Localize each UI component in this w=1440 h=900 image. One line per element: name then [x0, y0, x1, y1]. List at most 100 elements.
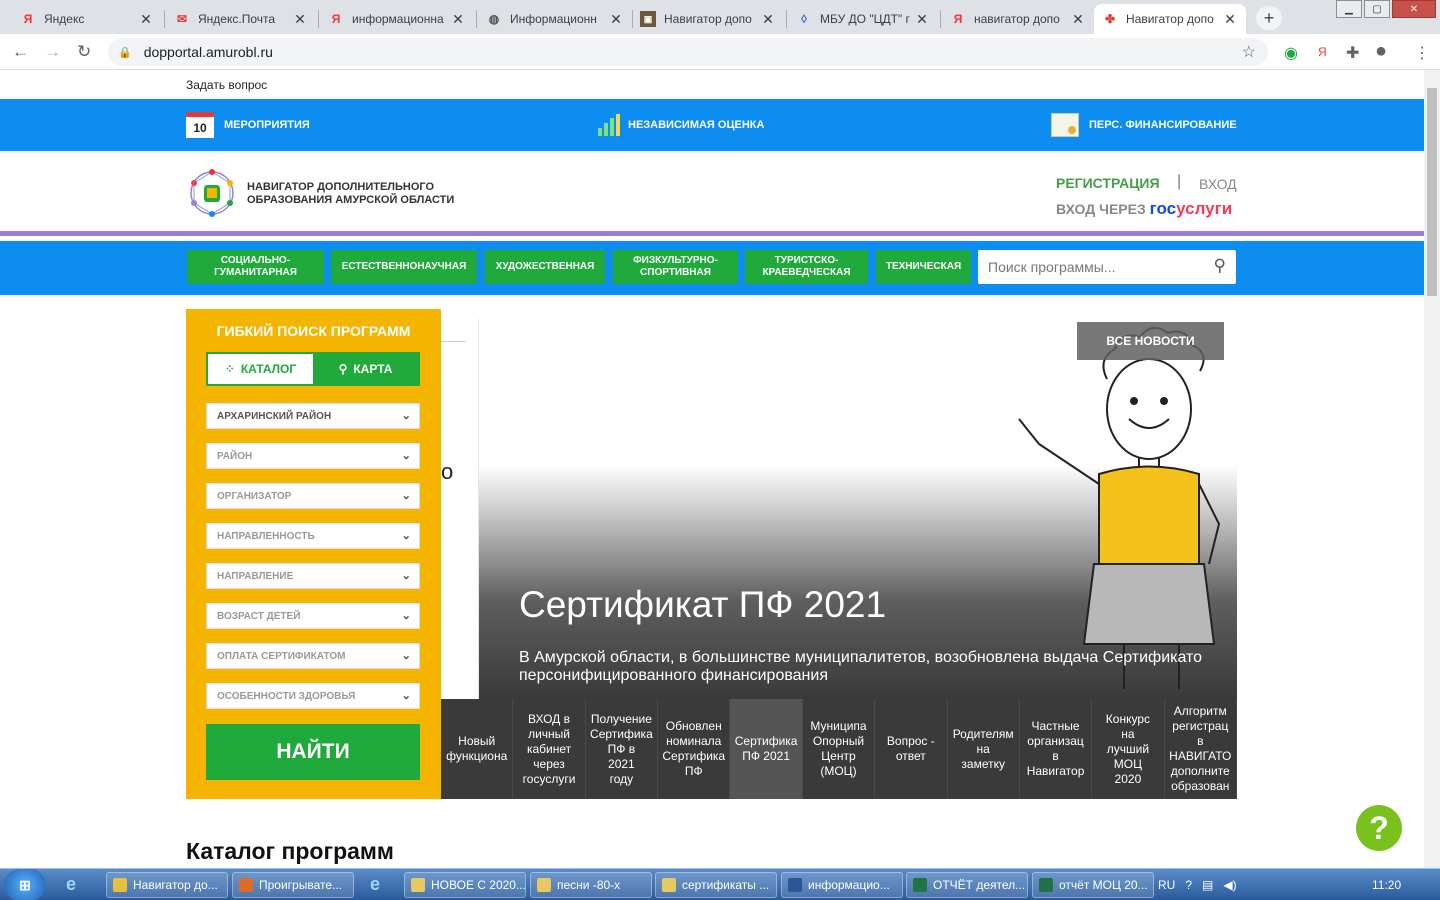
profile-icon[interactable]: ● — [1375, 40, 1387, 63]
category-tourism[interactable]: ТУРИСТСКО- КРАЕВЕДЧЕСКАЯ — [745, 250, 868, 284]
folder-icon — [662, 878, 676, 892]
category-science[interactable]: ЕСТЕСТВЕННОНАУЧНАЯ — [331, 250, 477, 284]
slide-thumb[interactable]: Частные организац в Навигатор — [1019, 699, 1093, 799]
network-icon[interactable]: ▤ — [1202, 878, 1213, 892]
slide-thumb[interactable]: Родителям на заметку — [947, 699, 1020, 799]
maximize-icon[interactable]: ▢ — [1364, 0, 1390, 18]
slide-thumb[interactable]: Муниципа Опорный Центр (МОЦ) — [802, 699, 876, 799]
browser-tab-active[interactable]: ✤ Навигатор допо ✕ — [1094, 4, 1246, 34]
taskbar-item[interactable]: Проигрывате... — [232, 872, 354, 898]
close-tab-icon[interactable]: ✕ — [1070, 11, 1086, 28]
internet-explorer-icon[interactable]: e — [370, 874, 380, 895]
slide-thumb[interactable]: ВХОД в личный кабинет через госуслуги — [513, 699, 586, 799]
taskbar-item[interactable]: НОВОЕ С 2020... — [404, 872, 526, 898]
slide-thumb[interactable]: Получение Сертифика ПФ в 2021 году — [585, 699, 659, 799]
close-tab-icon[interactable]: ✕ — [292, 11, 308, 28]
ask-question-link[interactable]: Задать вопрос — [186, 78, 267, 92]
internet-explorer-icon[interactable]: e — [66, 874, 76, 895]
category-social[interactable]: СОЦИАЛЬНО- ГУМАНИТАРНАЯ — [187, 250, 324, 284]
close-window-icon[interactable]: ✕ — [1392, 0, 1436, 18]
minimize-icon[interactable]: ▁ — [1336, 0, 1362, 18]
close-tab-icon[interactable]: ✕ — [760, 11, 776, 28]
search-icon[interactable]: ⚲ — [1214, 256, 1226, 276]
register-link[interactable]: РЕГИСТРАЦИЯ — [1056, 175, 1160, 191]
help-tray-icon[interactable]: ? — [1185, 878, 1192, 892]
extension-icon[interactable]: ◉ — [1284, 43, 1298, 63]
close-tab-icon[interactable]: ✕ — [138, 11, 154, 28]
taskbar-item[interactable]: информацио... — [781, 872, 903, 898]
bookmark-star-icon[interactable]: ☆ — [1242, 42, 1256, 62]
gosuslugi-login-link[interactable]: ВХОД ЧЕРЕЗ госуслуги — [1056, 199, 1232, 219]
slide-title[interactable]: Сертификат ПФ 2021 — [519, 584, 886, 626]
close-tab-icon[interactable]: ✕ — [914, 11, 930, 28]
yandex-icon[interactable]: Я — [1318, 45, 1327, 59]
browser-tab[interactable]: ▣ Навигатор допо ✕ — [632, 4, 784, 34]
slide-thumb[interactable]: Вопрос - ответ — [875, 699, 948, 799]
select-focus[interactable]: НАПРАВЛЕННОСТЬ ⌄ — [206, 523, 420, 549]
tab-title: МБУ ДО "ЦДТ" г — [820, 12, 910, 26]
taskbar-item[interactable]: песни -80-х — [530, 872, 652, 898]
assessment-link[interactable]: НЕЗАВИСИМАЯ ОЦЕНКА — [598, 99, 764, 151]
slide-text: В Амурской области, в большинстве муници… — [519, 649, 1237, 685]
volume-icon[interactable]: ◀) — [1223, 878, 1236, 892]
taskbar-item[interactable]: Навигатор до... — [106, 872, 228, 898]
address-bar[interactable]: 🔒 dopportal.amurobl.ru ☆ — [108, 38, 1268, 66]
puzzle-icon[interactable]: ✚ — [1346, 43, 1359, 63]
browser-tab[interactable]: Я навигатор допо ✕ — [942, 4, 1094, 34]
browser-tab[interactable]: ◊ МБУ ДО "ЦДТ" г ✕ — [788, 4, 938, 34]
financing-link[interactable]: ПЕРС. ФИНАНСИРОВАНИЕ — [1051, 99, 1237, 151]
select-district[interactable]: РАЙОН ⌄ — [206, 443, 420, 469]
site-logo-text[interactable]: НАВИГАТОР ДОПОЛНИТЕЛЬНОГО ОБРАЗОВАНИЯ АМ… — [247, 181, 454, 207]
browser-tab[interactable]: Я Яндекс ✕ — [12, 4, 162, 34]
scroll-thumb[interactable] — [1427, 88, 1437, 296]
slide-image[interactable] — [479, 309, 1237, 699]
select-district-archara[interactable]: АРХАРИНСКИЙ РАЙОН ⌄ — [206, 403, 420, 429]
select-health[interactable]: ОСОБЕННОСТИ ЗДОРОВЬЯ ⌄ — [206, 683, 420, 709]
separator: | — [1177, 173, 1182, 190]
slide-text-line: В Амурской области, в большинстве муници… — [519, 649, 1203, 666]
help-button[interactable]: ? — [1356, 805, 1402, 851]
tab-catalog[interactable]: ⁘ КАТАЛОГ — [208, 354, 313, 384]
close-tab-icon[interactable]: ✕ — [1222, 11, 1238, 28]
browser-tab[interactable]: ✉ Яндекс.Почта ✕ — [166, 4, 316, 34]
taskbar-item[interactable]: сертификаты ... — [655, 872, 777, 898]
new-tab-button[interactable]: + — [1256, 6, 1282, 30]
category-sport[interactable]: ФИЗКУЛЬТУРНО- СПОРТИВНАЯ — [613, 250, 738, 284]
chevron-down-icon: ⌄ — [401, 490, 411, 502]
slide-thumb[interactable]: Обновлен номинала Сертифика ПФ — [658, 699, 731, 799]
language-indicator[interactable]: RU — [1158, 878, 1175, 892]
select-organizer[interactable]: ОРГАНИЗАТОР ⌄ — [206, 483, 420, 509]
find-button[interactable]: НАЙТИ — [206, 724, 420, 780]
clock[interactable]: 11:20 — [1372, 878, 1401, 892]
category-art[interactable]: ХУДОЖЕСТВЕННАЯ — [485, 250, 605, 284]
navigator-logo-icon[interactable] — [186, 167, 238, 219]
slide-thumb-active[interactable]: Сертифика ПФ 2021 — [730, 699, 803, 799]
tab-map[interactable]: ⚲ КАРТА — [313, 354, 418, 384]
slide-thumb[interactable]: Новый функциона — [441, 699, 514, 799]
close-tab-icon[interactable]: ✕ — [450, 11, 466, 28]
taskbar-item[interactable]: отчёт МОЦ 20... — [1032, 872, 1154, 898]
select-age[interactable]: ВОЗРАСТ ДЕТЕЙ ⌄ — [206, 603, 420, 629]
category-technical[interactable]: ТЕХНИЧЕСКАЯ — [876, 250, 971, 284]
browser-tab[interactable]: ◍ Информационн ✕ — [478, 4, 632, 34]
reload-icon[interactable]: ↻ — [77, 42, 91, 62]
select-direction[interactable]: НАПРАВЛЕНИЕ ⌄ — [206, 563, 420, 589]
slide-thumb[interactable]: Алгоритм регистрац в НАВИГАТО дополните … — [1164, 699, 1237, 799]
browser-tab[interactable]: Я информационна ✕ — [320, 4, 474, 34]
back-icon[interactable]: ← — [12, 42, 29, 62]
menu-dots-icon[interactable]: ⋮ — [1414, 43, 1430, 63]
forward-icon[interactable]: → — [44, 42, 61, 62]
select-certificate-payment[interactable]: ОПЛАТА СЕРТИФИКАТОМ ⌄ — [206, 643, 420, 669]
all-news-button[interactable]: ВСЕ НОВОСТИ — [1077, 322, 1224, 360]
page-scrollbar[interactable] — [1424, 70, 1440, 868]
login-link[interactable]: ВХОД — [1199, 176, 1237, 192]
previous-slide[interactable]: о -м — [441, 319, 479, 699]
taskbar-item[interactable]: ОТЧЁТ деятел... — [906, 872, 1028, 898]
slide-thumb[interactable]: Конкурс на лучший МОЦ 2020 — [1092, 699, 1165, 799]
catalog-heading: Каталог программ — [186, 838, 394, 864]
program-search-input[interactable]: Поиск программы... ⚲ — [978, 250, 1236, 284]
start-button[interactable]: ⊞ — [4, 869, 46, 900]
close-tab-icon[interactable]: ✕ — [608, 11, 624, 28]
tab-title: Яндекс.Почта — [198, 12, 276, 26]
events-link[interactable]: 10 МЕРОПРИЯТИЯ — [186, 99, 310, 151]
